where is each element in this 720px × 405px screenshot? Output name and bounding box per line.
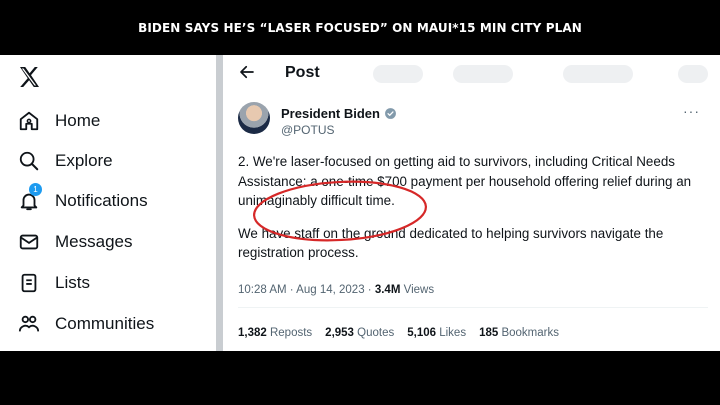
screenshot-area: Home Explore 1 Notifications Messages Li… — [0, 55, 720, 351]
post-header: Post — [223, 55, 720, 93]
views-label: Views — [400, 284, 435, 296]
reposts-label: Reposts — [269, 327, 313, 339]
engagement-stats: 1,382 Reposts 2,953 Quotes 5,106 Likes 1… — [238, 327, 559, 339]
author-handle[interactable]: @POTUS — [281, 123, 335, 137]
home-icon — [18, 110, 40, 132]
views-count: 3.4M — [374, 284, 401, 296]
headline-text: BIDEN SAYS HE’S “LASER FOCUSED” ON MAUI*… — [138, 20, 582, 35]
bookmarks-count: 185 — [479, 327, 499, 339]
likes-label: Likes — [439, 327, 467, 339]
separator — [238, 307, 708, 308]
sidebar-item-home[interactable]: Home — [18, 107, 100, 135]
likes-stat[interactable]: 5,106 Likes — [407, 327, 466, 339]
post-timestamp: 10:28 AM · Aug 14, 2023 · 3.4M Views — [238, 284, 434, 296]
bell-icon: 1 — [18, 183, 42, 212]
list-icon — [18, 272, 40, 294]
post-paragraph: 2. We're laser-focused on getting aid to… — [238, 154, 692, 209]
blurred-element — [373, 65, 423, 83]
post-text: 2. We're laser-focused on getting aid to… — [238, 152, 708, 276]
quotes-label: Quotes — [357, 327, 395, 339]
avatar[interactable] — [238, 102, 270, 134]
verified-badge-icon — [385, 108, 396, 119]
blurred-element — [678, 65, 708, 83]
scrollbar[interactable] — [216, 55, 223, 351]
mail-icon — [18, 231, 40, 253]
notification-badge: 1 — [29, 183, 42, 196]
reposts-stat[interactable]: 1,382 Reposts — [238, 327, 312, 339]
search-icon — [18, 150, 40, 172]
sidebar-item-notifications[interactable]: 1 Notifications — [18, 183, 148, 215]
bookmarks-label: Bookmarks — [501, 327, 559, 339]
sidebar-item-explore[interactable]: Explore — [18, 147, 113, 175]
sidebar-item-label: Notifications — [55, 191, 148, 210]
sidebar-item-label: Communities — [55, 314, 155, 333]
author-name-text: President Biden — [281, 106, 380, 121]
sidebar-item-communities[interactable]: Communities — [18, 310, 154, 338]
sidebar-item-label: Lists — [55, 273, 90, 292]
sidebar-item-lists[interactable]: Lists — [18, 269, 90, 297]
reposts-count: 1,382 — [238, 327, 267, 339]
quotes-count: 2,953 — [325, 327, 354, 339]
blurred-element — [453, 65, 513, 83]
bookmarks-stat[interactable]: 185 Bookmarks — [479, 327, 559, 339]
back-arrow-icon[interactable] — [238, 63, 256, 81]
sidebar: Home Explore 1 Notifications Messages Li… — [0, 55, 216, 351]
sidebar-item-label: Explore — [55, 151, 113, 170]
post-paragraph: We have staff on the ground dedicated to… — [238, 225, 664, 261]
sidebar-item-messages[interactable]: Messages — [18, 228, 132, 256]
quotes-stat[interactable]: 2,953 Quotes — [325, 327, 394, 339]
post-detail: Post President Biden @POTUS ··· 2. We're… — [223, 55, 720, 351]
communities-icon — [18, 313, 40, 335]
x-logo-icon[interactable] — [17, 65, 41, 89]
sidebar-item-label: Home — [55, 111, 101, 130]
sidebar-item-label: Messages — [55, 232, 133, 251]
bottom-bar — [0, 351, 720, 405]
blurred-element — [563, 65, 633, 83]
headline-banner: BIDEN SAYS HE’S “LASER FOCUSED” ON MAUI*… — [0, 0, 720, 55]
more-options-icon[interactable]: ··· — [683, 103, 700, 119]
page-title: Post — [285, 64, 320, 81]
author-name[interactable]: President Biden — [281, 106, 397, 121]
timestamp[interactable]: 10:28 AM · Aug 14, 2023 · — [238, 284, 375, 296]
likes-count: 5,106 — [407, 327, 437, 339]
